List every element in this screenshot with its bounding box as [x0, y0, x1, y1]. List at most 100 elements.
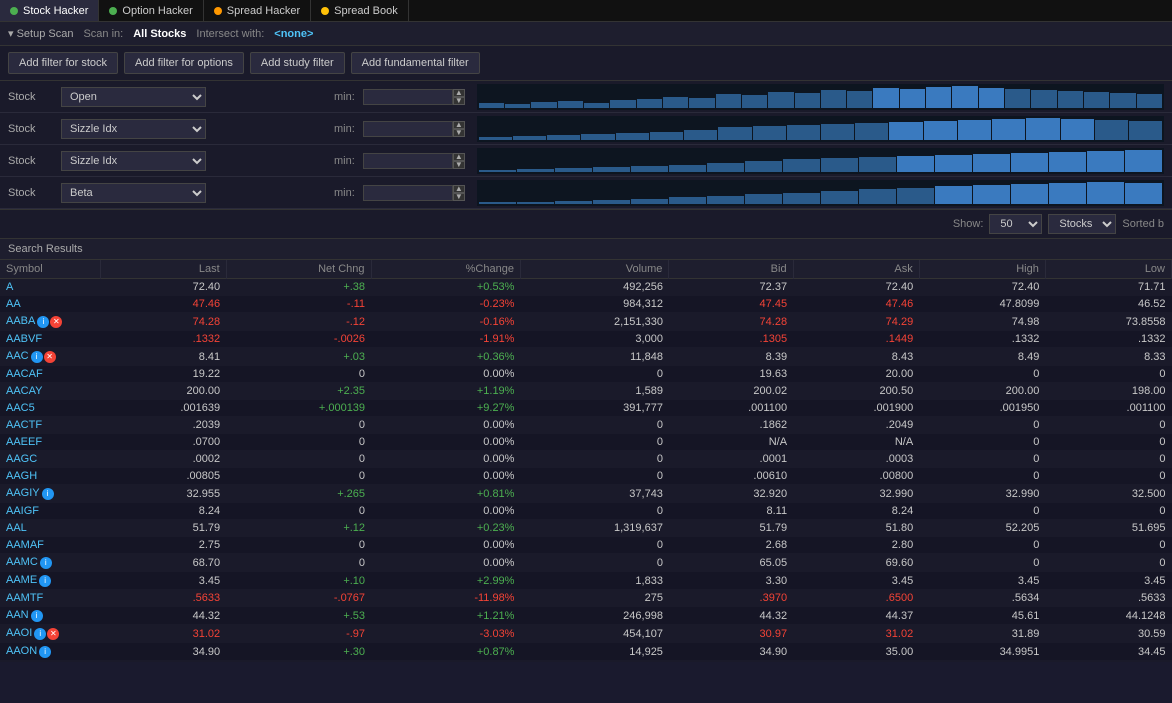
table-row: AAEEF.070000.00%0N/AN/A00 — [0, 434, 1172, 451]
symbol-link[interactable]: AAGIY — [6, 487, 40, 499]
symbol-link[interactable]: AAMC — [6, 556, 38, 568]
filter-field-select-2[interactable]: Sizzle Idx — [61, 119, 206, 139]
add-study-filter-button[interactable]: Add study filter — [250, 52, 345, 74]
col-header-ask[interactable]: Ask — [793, 260, 919, 279]
table-row: AA47.46-.11-0.23%984,31247.4547.4647.809… — [0, 296, 1172, 313]
cell-ask: 35.00 — [793, 643, 919, 661]
cell-symbol: AABAi✕ — [0, 313, 100, 331]
col-header-bid[interactable]: Bid — [669, 260, 793, 279]
table-row: AAGIYi32.955+.265+0.81%37,74332.92032.99… — [0, 485, 1172, 503]
col-header-pct-change[interactable]: %Change — [371, 260, 520, 279]
filter-min-input-1[interactable] — [363, 89, 453, 105]
info-icon[interactable]: i — [39, 646, 51, 658]
cell-symbol: AACAF — [0, 366, 100, 383]
cell-ask: 3.45 — [793, 572, 919, 590]
symbol-link[interactable]: AAL — [6, 522, 27, 534]
tab-spread-hacker[interactable]: Spread Hacker — [204, 0, 311, 21]
filter-min-input-2[interactable] — [363, 121, 453, 137]
symbol-link[interactable]: A — [6, 281, 13, 293]
cell-high: 31.89 — [919, 625, 1045, 643]
cell-pct-change: +0.81% — [371, 485, 520, 503]
cell-bid: .1305 — [669, 331, 793, 348]
symbol-link[interactable]: AAEEF — [6, 436, 42, 448]
symbol-link[interactable]: AAC5 — [6, 402, 35, 414]
setup-row: ▾ Setup Scan Scan in: All Stocks Interse… — [0, 22, 1172, 46]
cell-bid: 8.11 — [669, 503, 793, 520]
filter-field-select-3[interactable]: Sizzle Idx — [61, 151, 206, 171]
cell-bid: .1862 — [669, 417, 793, 434]
scan-in-value[interactable]: All Stocks — [133, 28, 186, 40]
close-icon[interactable]: ✕ — [50, 316, 62, 328]
spin-down-3[interactable]: ▼ — [453, 161, 465, 169]
add-filter-stock-button[interactable]: Add filter for stock — [8, 52, 118, 74]
show-count-select[interactable]: 50 100 200 — [989, 214, 1042, 234]
spin-down-1[interactable]: ▼ — [453, 97, 465, 105]
cell-last: 74.28 — [100, 313, 226, 331]
symbol-link[interactable]: AAIGF — [6, 505, 39, 517]
tab-option-hacker[interactable]: Option Hacker — [99, 0, 203, 21]
tab-spread-book[interactable]: Spread Book — [311, 0, 409, 21]
symbol-link[interactable]: AABA — [6, 315, 35, 327]
cell-volume: 14,925 — [520, 643, 668, 661]
info-icon[interactable]: i — [37, 316, 49, 328]
symbol-link[interactable]: AAMTF — [6, 592, 43, 604]
stock-hacker-dot — [10, 7, 18, 15]
cell-symbol: AACTF — [0, 417, 100, 434]
cell-symbol: AAONi — [0, 643, 100, 661]
cell-bid: 200.02 — [669, 383, 793, 400]
table-row: AAOIi✕31.02-.97-3.03%454,10730.9731.0231… — [0, 625, 1172, 643]
info-icon[interactable]: i — [34, 628, 46, 640]
info-icon[interactable]: i — [42, 488, 54, 500]
cell-low: .1332 — [1045, 331, 1171, 348]
symbol-link[interactable]: AAGC — [6, 453, 37, 465]
info-icon[interactable]: i — [40, 557, 52, 569]
col-header-volume[interactable]: Volume — [520, 260, 668, 279]
filter-min-input-4[interactable] — [363, 185, 453, 201]
cell-high: 0 — [919, 503, 1045, 520]
cell-low: 198.00 — [1045, 383, 1171, 400]
close-icon[interactable]: ✕ — [47, 628, 59, 640]
col-header-symbol[interactable]: Symbol — [0, 260, 100, 279]
symbol-link[interactable]: AABVF — [6, 333, 42, 345]
cell-pct-change: -3.03% — [371, 625, 520, 643]
col-header-net-chng[interactable]: Net Chng — [226, 260, 371, 279]
filter-field-select-1[interactable]: Open — [61, 87, 206, 107]
spin-down-2[interactable]: ▼ — [453, 129, 465, 137]
spin-down-4[interactable]: ▼ — [453, 193, 465, 201]
filter-min-input-3[interactable] — [363, 153, 453, 169]
filter-field-select-4[interactable]: Beta — [61, 183, 206, 203]
cell-last: 8.24 — [100, 503, 226, 520]
col-header-low[interactable]: Low — [1045, 260, 1171, 279]
cell-last: .00805 — [100, 468, 226, 485]
symbol-link[interactable]: AAME — [6, 574, 37, 586]
cell-high: 34.9951 — [919, 643, 1045, 661]
symbol-link[interactable]: AAOI — [6, 627, 32, 639]
cell-net-chng: +.265 — [226, 485, 371, 503]
symbol-link[interactable]: AAON — [6, 645, 37, 657]
symbol-link[interactable]: AAMAF — [6, 539, 44, 551]
info-icon[interactable]: i — [31, 610, 43, 622]
symbol-link[interactable]: AACTF — [6, 419, 42, 431]
intersect-value[interactable]: <none> — [274, 28, 313, 40]
table-row: AAMEi3.45+.10+2.99%1,8333.303.453.453.45 — [0, 572, 1172, 590]
symbol-link[interactable]: AAN — [6, 609, 29, 621]
add-filter-options-button[interactable]: Add filter for options — [124, 52, 244, 74]
cell-last: 34.90 — [100, 643, 226, 661]
symbol-link[interactable]: AA — [6, 298, 21, 310]
symbol-link[interactable]: AACAY — [6, 385, 42, 397]
symbol-link[interactable]: AACAF — [6, 368, 43, 380]
symbol-link[interactable]: AAGH — [6, 470, 37, 482]
close-icon[interactable]: ✕ — [44, 351, 56, 363]
info-icon[interactable]: i — [31, 351, 43, 363]
cell-symbol: AAMTF — [0, 590, 100, 607]
col-header-last[interactable]: Last — [100, 260, 226, 279]
cell-last: 8.41 — [100, 348, 226, 366]
add-fundamental-filter-button[interactable]: Add fundamental filter — [351, 52, 480, 74]
show-type-select[interactable]: Stocks ETFs — [1048, 214, 1116, 234]
setup-scan-button[interactable]: ▾ Setup Scan — [8, 27, 73, 40]
tab-stock-hacker[interactable]: Stock Hacker — [0, 0, 99, 21]
symbol-link[interactable]: AAC — [6, 350, 29, 362]
cell-symbol: AAIGF — [0, 503, 100, 520]
col-header-high[interactable]: High — [919, 260, 1045, 279]
info-icon[interactable]: i — [39, 575, 51, 587]
